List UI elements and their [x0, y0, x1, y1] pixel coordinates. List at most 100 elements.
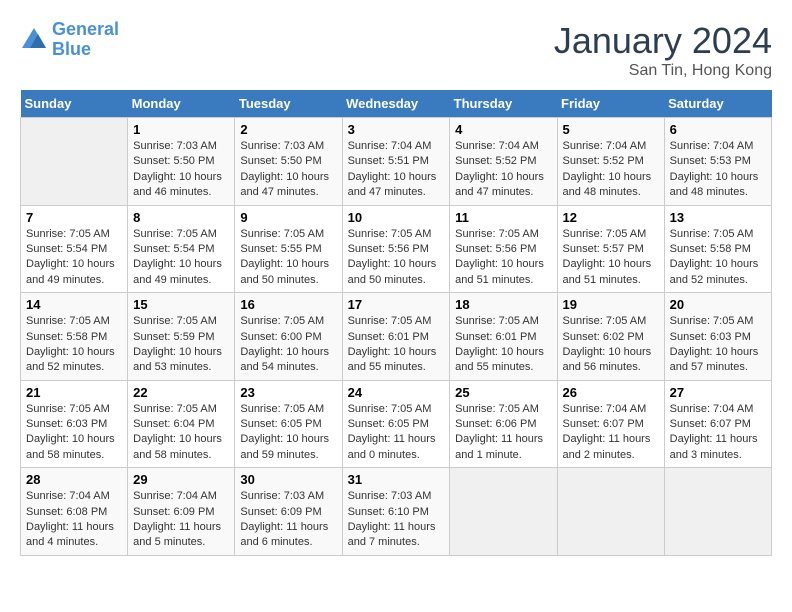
day-number: 9: [240, 210, 336, 225]
day-number: 15: [133, 297, 229, 312]
day-info: Sunrise: 7:04 AM Sunset: 5:52 PM Dayligh…: [563, 139, 659, 201]
calendar-cell: 16 Sunrise: 7:05 AM Sunset: 6:00 PM Dayli…: [235, 293, 342, 381]
weekday-header-row: SundayMondayTuesdayWednesdayThursdayFrid…: [21, 90, 772, 118]
day-number: 23: [240, 385, 336, 400]
calendar-cell: 19 Sunrise: 7:05 AM Sunset: 6:02 PM Dayli…: [557, 293, 664, 381]
calendar-cell: 15 Sunrise: 7:05 AM Sunset: 5:59 PM Dayli…: [128, 293, 235, 381]
day-info: Sunrise: 7:03 AM Sunset: 6:09 PM Dayligh…: [240, 489, 336, 551]
day-info: Sunrise: 7:05 AM Sunset: 5:55 PM Dayligh…: [240, 227, 336, 289]
day-info: Sunrise: 7:05 AM Sunset: 6:05 PM Dayligh…: [348, 402, 445, 464]
logo-general: General: [52, 19, 119, 39]
day-number: 22: [133, 385, 229, 400]
calendar-week-row: 7 Sunrise: 7:05 AM Sunset: 5:54 PM Daylig…: [21, 205, 772, 293]
day-number: 10: [348, 210, 445, 225]
day-info: Sunrise: 7:05 AM Sunset: 6:02 PM Dayligh…: [563, 314, 659, 376]
day-number: 19: [563, 297, 659, 312]
day-number: 29: [133, 472, 229, 487]
day-info: Sunrise: 7:04 AM Sunset: 6:07 PM Dayligh…: [563, 402, 659, 464]
day-info: Sunrise: 7:05 AM Sunset: 5:58 PM Dayligh…: [26, 314, 122, 376]
day-info: Sunrise: 7:05 AM Sunset: 5:57 PM Dayligh…: [563, 227, 659, 289]
calendar-cell: 31Sunrise: 7:03 AM Sunset: 6:10 PM Dayli…: [342, 468, 450, 556]
calendar-cell: [664, 468, 771, 556]
calendar-cell: 3Sunrise: 7:04 AM Sunset: 5:51 PM Daylig…: [342, 118, 450, 206]
weekday-header-monday: Monday: [128, 90, 235, 118]
calendar-cell: 6 Sunrise: 7:04 AM Sunset: 5:53 PM Daylig…: [664, 118, 771, 206]
calendar-cell: 30 Sunrise: 7:03 AM Sunset: 6:09 PM Dayli…: [235, 468, 342, 556]
day-info: Sunrise: 7:05 AM Sunset: 6:03 PM Dayligh…: [670, 314, 766, 376]
day-info: Sunrise: 7:04 AM Sunset: 6:08 PM Dayligh…: [26, 489, 122, 551]
day-info: Sunrise: 7:05 AM Sunset: 6:01 PM Dayligh…: [455, 314, 551, 376]
location-subtitle: San Tin, Hong Kong: [554, 62, 772, 80]
weekday-header-thursday: Thursday: [450, 90, 557, 118]
day-number: 4: [455, 122, 551, 137]
calendar-cell: 20 Sunrise: 7:05 AM Sunset: 6:03 PM Dayli…: [664, 293, 771, 381]
weekday-header-saturday: Saturday: [664, 90, 771, 118]
day-number: 7: [26, 210, 122, 225]
day-info: Sunrise: 7:05 AM Sunset: 6:01 PM Dayligh…: [348, 314, 445, 376]
calendar-cell: 12 Sunrise: 7:05 AM Sunset: 5:57 PM Dayli…: [557, 205, 664, 293]
calendar-cell: [450, 468, 557, 556]
day-info: Sunrise: 7:04 AM Sunset: 6:07 PM Dayligh…: [670, 402, 766, 464]
day-info: Sunrise: 7:05 AM Sunset: 5:54 PM Dayligh…: [133, 227, 229, 289]
weekday-header-friday: Friday: [557, 90, 664, 118]
calendar-cell: 21Sunrise: 7:05 AM Sunset: 6:03 PM Dayli…: [21, 380, 128, 468]
calendar-cell: 1 Sunrise: 7:03 AM Sunset: 5:50 PM Daylig…: [128, 118, 235, 206]
day-number: 21: [26, 385, 122, 400]
calendar-cell: 17 Sunrise: 7:05 AM Sunset: 6:01 PM Dayli…: [342, 293, 450, 381]
month-title: January 2024: [554, 20, 772, 62]
day-info: Sunrise: 7:05 AM Sunset: 5:58 PM Dayligh…: [670, 227, 766, 289]
logo: General Blue: [20, 20, 119, 60]
day-number: 24: [348, 385, 445, 400]
calendar-cell: 2Sunrise: 7:03 AM Sunset: 5:50 PM Daylig…: [235, 118, 342, 206]
weekday-header-wednesday: Wednesday: [342, 90, 450, 118]
calendar-cell: [21, 118, 128, 206]
calendar-cell: 29Sunrise: 7:04 AM Sunset: 6:09 PM Dayli…: [128, 468, 235, 556]
calendar-cell: 5 Sunrise: 7:04 AM Sunset: 5:52 PM Daylig…: [557, 118, 664, 206]
day-number: 8: [133, 210, 229, 225]
day-info: Sunrise: 7:04 AM Sunset: 5:53 PM Dayligh…: [670, 139, 766, 201]
calendar-cell: 28 Sunrise: 7:04 AM Sunset: 6:08 PM Dayli…: [21, 468, 128, 556]
day-info: Sunrise: 7:05 AM Sunset: 5:56 PM Dayligh…: [348, 227, 445, 289]
day-number: 20: [670, 297, 766, 312]
day-number: 12: [563, 210, 659, 225]
calendar-cell: 18 Sunrise: 7:05 AM Sunset: 6:01 PM Dayli…: [450, 293, 557, 381]
weekday-header-tuesday: Tuesday: [235, 90, 342, 118]
day-number: 25: [455, 385, 551, 400]
calendar-cell: 11 Sunrise: 7:05 AM Sunset: 5:56 PM Dayli…: [450, 205, 557, 293]
day-number: 26: [563, 385, 659, 400]
day-info: Sunrise: 7:04 AM Sunset: 5:52 PM Dayligh…: [455, 139, 551, 201]
day-number: 31: [348, 472, 445, 487]
day-number: 28: [26, 472, 122, 487]
day-info: Sunrise: 7:05 AM Sunset: 5:54 PM Dayligh…: [26, 227, 122, 289]
day-number: 1: [133, 122, 229, 137]
day-number: 17: [348, 297, 445, 312]
day-info: Sunrise: 7:05 AM Sunset: 5:56 PM Dayligh…: [455, 227, 551, 289]
day-info: Sunrise: 7:05 AM Sunset: 6:00 PM Dayligh…: [240, 314, 336, 376]
logo-icon: [20, 26, 48, 54]
day-number: 30: [240, 472, 336, 487]
calendar-cell: 13Sunrise: 7:05 AM Sunset: 5:58 PM Dayli…: [664, 205, 771, 293]
day-number: 18: [455, 297, 551, 312]
logo-text: General Blue: [52, 20, 119, 60]
day-info: Sunrise: 7:05 AM Sunset: 5:59 PM Dayligh…: [133, 314, 229, 376]
calendar-cell: 22 Sunrise: 7:05 AM Sunset: 6:04 PM Dayli…: [128, 380, 235, 468]
calendar-cell: 26 Sunrise: 7:04 AM Sunset: 6:07 PM Dayli…: [557, 380, 664, 468]
day-info: Sunrise: 7:03 AM Sunset: 5:50 PM Dayligh…: [133, 139, 229, 201]
day-info: Sunrise: 7:05 AM Sunset: 6:06 PM Dayligh…: [455, 402, 551, 464]
calendar-week-row: 21Sunrise: 7:05 AM Sunset: 6:03 PM Dayli…: [21, 380, 772, 468]
calendar-cell: 8 Sunrise: 7:05 AM Sunset: 5:54 PM Daylig…: [128, 205, 235, 293]
day-number: 2: [240, 122, 336, 137]
day-number: 16: [240, 297, 336, 312]
day-number: 11: [455, 210, 551, 225]
calendar-cell: 25 Sunrise: 7:05 AM Sunset: 6:06 PM Dayli…: [450, 380, 557, 468]
calendar-week-row: 1 Sunrise: 7:03 AM Sunset: 5:50 PM Daylig…: [21, 118, 772, 206]
title-block: January 2024 San Tin, Hong Kong: [554, 20, 772, 80]
calendar-cell: 4 Sunrise: 7:04 AM Sunset: 5:52 PM Daylig…: [450, 118, 557, 206]
calendar-table: SundayMondayTuesdayWednesdayThursdayFrid…: [20, 90, 772, 556]
day-number: 6: [670, 122, 766, 137]
calendar-cell: [557, 468, 664, 556]
calendar-cell: 24 Sunrise: 7:05 AM Sunset: 6:05 PM Dayli…: [342, 380, 450, 468]
day-info: Sunrise: 7:05 AM Sunset: 6:04 PM Dayligh…: [133, 402, 229, 464]
day-number: 5: [563, 122, 659, 137]
page-header: General Blue January 2024 San Tin, Hong …: [20, 20, 772, 80]
